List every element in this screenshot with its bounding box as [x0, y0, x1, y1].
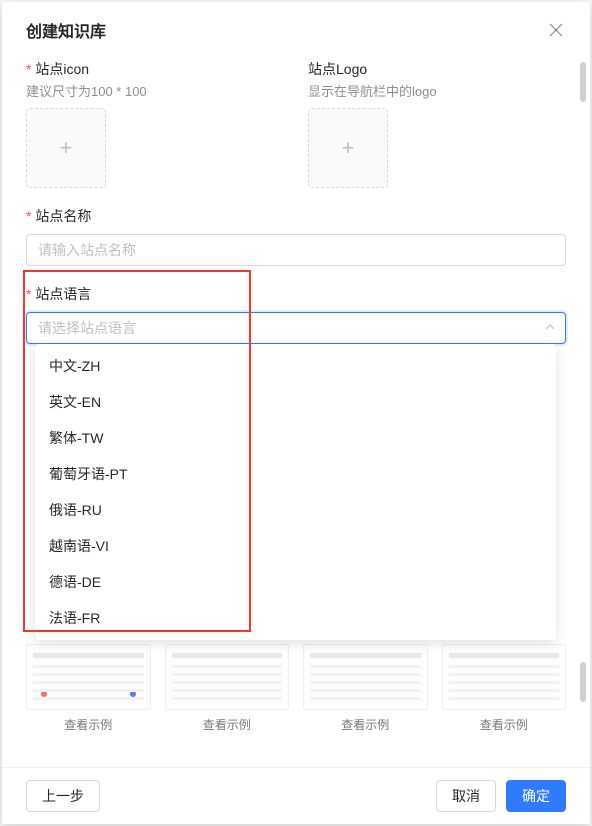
dropdown-item[interactable]: 英文-EN: [35, 384, 556, 420]
template-thumbnails: 查看示例 查看示例 查看示例 查看示例: [26, 644, 566, 733]
view-example-link[interactable]: 查看示例: [64, 716, 112, 733]
view-example-link[interactable]: 查看示例: [480, 716, 528, 733]
chevron-down-icon: [545, 323, 555, 333]
template-thumb[interactable]: 查看示例: [303, 644, 428, 733]
view-example-link[interactable]: 查看示例: [203, 716, 251, 733]
close-button[interactable]: [546, 20, 566, 40]
select-placeholder: 请选择站点语言: [38, 318, 136, 338]
scrollbar-thumb[interactable]: [580, 62, 586, 102]
scrollbar-thumb[interactable]: [580, 662, 586, 702]
thumb-preview: [442, 644, 567, 710]
field-site-logo: 站点Logo 显示在导航栏中的logo +: [308, 59, 566, 188]
scrollbar[interactable]: [580, 62, 586, 702]
dropdown-item[interactable]: 德语-DE: [35, 564, 556, 600]
select-site-language[interactable]: 请选择站点语言: [26, 312, 566, 344]
dropdown-item[interactable]: 越南语-VI: [35, 528, 556, 564]
ok-button[interactable]: 确定: [506, 780, 566, 812]
upload-site-icon[interactable]: +: [26, 108, 106, 188]
label-site-logo: 站点Logo: [308, 59, 566, 79]
dropdown-item[interactable]: 法语-FR: [35, 600, 556, 636]
hint-site-logo: 显示在导航栏中的logo: [308, 81, 566, 100]
hint-site-icon: 建议尺寸为100 * 100: [26, 81, 284, 100]
modal-title: 创建知识库: [26, 18, 106, 42]
thumb-preview: [26, 644, 151, 710]
template-thumb[interactable]: 查看示例: [165, 644, 290, 733]
template-thumb[interactable]: 查看示例: [26, 644, 151, 733]
thumb-preview: [165, 644, 290, 710]
view-example-link[interactable]: 查看示例: [341, 716, 389, 733]
label-site-language: 站点语言: [26, 284, 566, 304]
template-thumb[interactable]: 查看示例: [442, 644, 567, 733]
label-site-name: 站点名称: [26, 206, 566, 226]
field-site-icon: 站点icon 建议尺寸为100 * 100 +: [26, 59, 284, 188]
field-site-language: 站点语言 请选择站点语言: [26, 284, 566, 344]
plus-icon: +: [60, 135, 73, 161]
dropdown-site-language[interactable]: 中文-ZH英文-EN繁体-TW葡萄牙语-PT俄语-RU越南语-VI德语-DE法语…: [35, 344, 556, 640]
thumb-preview: [303, 644, 428, 710]
cancel-button[interactable]: 取消: [436, 780, 496, 812]
modal-create-knowledge-base: 创建知识库 站点icon 建议尺寸为100 * 100 + 站点Logo 显示在…: [2, 2, 590, 824]
prev-button[interactable]: 上一步: [26, 780, 100, 812]
close-icon: [549, 23, 563, 37]
dropdown-item[interactable]: 俄语-RU: [35, 492, 556, 528]
upload-site-logo[interactable]: +: [308, 108, 388, 188]
modal-header: 创建知识库: [2, 2, 590, 59]
plus-icon: +: [342, 135, 355, 161]
modal-footer: 上一步 取消 确定: [2, 767, 590, 824]
field-site-name: 站点名称: [26, 206, 566, 266]
input-site-name[interactable]: [26, 234, 566, 266]
dropdown-item[interactable]: 繁体-TW: [35, 420, 556, 456]
dropdown-item[interactable]: 中文-ZH: [35, 348, 556, 384]
label-site-icon: 站点icon: [26, 59, 284, 79]
dropdown-item[interactable]: 葡萄牙语-PT: [35, 456, 556, 492]
